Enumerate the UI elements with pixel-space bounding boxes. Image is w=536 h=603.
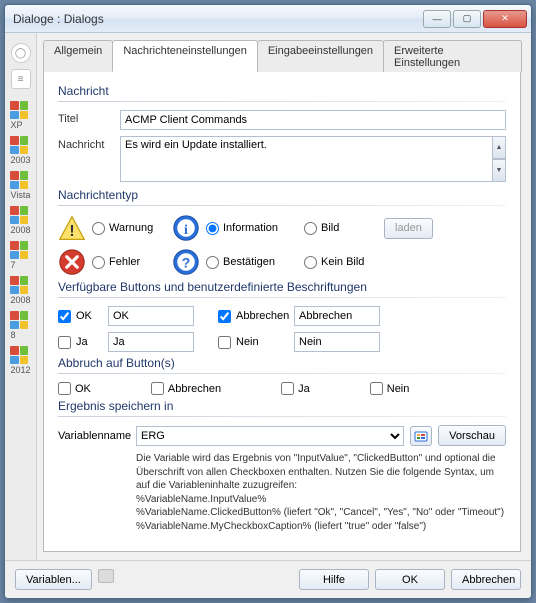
radio-bild[interactable]: Bild bbox=[304, 222, 384, 235]
section-ergebnis: Ergebnis speichern in bbox=[58, 399, 506, 413]
os-year-label: 2012 bbox=[10, 365, 30, 375]
chk-nein[interactable] bbox=[218, 336, 231, 349]
os-logo-icon bbox=[10, 241, 28, 259]
svg-text:i: i bbox=[184, 223, 188, 238]
sidebar-circle-icon[interactable]: ◯ bbox=[11, 43, 31, 63]
tab-eingabeeinstellungen[interactable]: Eingabeeinstellungen bbox=[257, 40, 384, 72]
question-icon: ? bbox=[172, 248, 200, 276]
window-title: Dialoge : Dialogs bbox=[13, 12, 421, 26]
os-logo-icon bbox=[10, 101, 28, 119]
chk-ok[interactable] bbox=[58, 310, 71, 323]
main-panel: AllgemeinNachrichteneinstellungenEingabe… bbox=[37, 33, 531, 560]
input-abbrechen-caption[interactable] bbox=[294, 306, 380, 326]
os-year-label: 2008 bbox=[10, 295, 30, 305]
nachricht-textarea[interactable]: Es wird ein Update installiert. bbox=[120, 136, 493, 182]
tab-erweiterte einstellungen[interactable]: Erweiterte Einstellungen bbox=[383, 40, 522, 72]
label-nachricht: Nachricht bbox=[58, 136, 120, 151]
svg-text:?: ? bbox=[182, 254, 191, 270]
tab-content: Nachricht Titel Nachricht Es wird ein Up… bbox=[43, 72, 521, 552]
os-logo-icon bbox=[10, 346, 28, 364]
variable-picker-button[interactable] bbox=[410, 426, 432, 446]
warning-icon: ! bbox=[58, 214, 86, 242]
os-logo-icon bbox=[10, 206, 28, 224]
titel-input[interactable] bbox=[120, 110, 506, 130]
os-logo-icon bbox=[10, 311, 28, 329]
variable-icon bbox=[414, 429, 428, 443]
os-logo-icon bbox=[10, 171, 28, 189]
radio-information[interactable]: Information bbox=[206, 222, 304, 235]
radio-warnung[interactable]: Warnung bbox=[92, 222, 172, 235]
close-button[interactable]: ✕ bbox=[483, 10, 527, 28]
tab-nachrichteneinstellungen[interactable]: Nachrichteneinstellungen bbox=[112, 40, 258, 72]
variablenname-select[interactable]: ERG bbox=[136, 426, 404, 446]
error-icon bbox=[58, 248, 86, 276]
cancel-ja[interactable]: Ja bbox=[281, 382, 310, 395]
section-buttons: Verfügbare Buttons und benutzerdefiniert… bbox=[58, 280, 506, 294]
label-variablenname: Variablenname bbox=[58, 430, 130, 442]
tabs: AllgemeinNachrichteneinstellungenEingabe… bbox=[43, 39, 521, 72]
section-abbruch: Abbruch auf Button(s) bbox=[58, 356, 506, 370]
radio-fehler[interactable]: Fehler bbox=[92, 256, 172, 269]
section-nachricht: Nachricht bbox=[58, 84, 506, 98]
cancel-abbrechen[interactable]: Abbrechen bbox=[151, 382, 221, 395]
os-year-label: Vista bbox=[10, 190, 30, 200]
lbl-nein: Nein bbox=[236, 336, 294, 348]
section-typ: Nachrichtentyp bbox=[58, 188, 506, 202]
os-year-label: 2008 bbox=[10, 225, 30, 235]
os-year-label: 7 bbox=[10, 260, 30, 270]
input-ja-caption[interactable] bbox=[108, 332, 194, 352]
radio-keinbild[interactable]: Kein Bild bbox=[304, 256, 384, 269]
svg-text:!: ! bbox=[69, 223, 74, 240]
os-logo-icon bbox=[10, 276, 28, 294]
radio-bestaetigen[interactable]: Bestätigen bbox=[206, 256, 304, 269]
tab-allgemein[interactable]: Allgemein bbox=[43, 40, 113, 72]
minimize-button[interactable]: — bbox=[423, 10, 451, 28]
app-window: Dialoge : Dialogs — ▢ ✕ ◯ ≡ XP 2003 Vista 2… bbox=[4, 4, 532, 599]
cancel-ok[interactable]: OK bbox=[58, 382, 91, 395]
chk-abbrechen[interactable] bbox=[218, 310, 231, 323]
cancel-nein[interactable]: Nein bbox=[370, 382, 410, 395]
information-icon: i bbox=[172, 214, 200, 242]
sidebar: ◯ ≡ XP 2003 Vista 2008 7 2008 8 2012 bbox=[5, 33, 37, 560]
os-year-label: 2003 bbox=[10, 155, 30, 165]
os-year-label: 8 bbox=[10, 330, 30, 340]
lbl-abbrechen: Abbrechen bbox=[236, 310, 294, 322]
footer: Variablen... Hilfe OK Abbrechen bbox=[5, 560, 531, 598]
help-text: Die Variable wird das Ergebnis von "Inpu… bbox=[136, 452, 506, 533]
sidebar-page-icon[interactable]: ≡ bbox=[11, 69, 31, 89]
laden-button[interactable]: laden bbox=[384, 218, 433, 239]
os-logo-icon bbox=[10, 136, 28, 154]
input-ok-caption[interactable] bbox=[108, 306, 194, 326]
input-nein-caption[interactable] bbox=[294, 332, 380, 352]
os-year-label: XP bbox=[10, 120, 30, 130]
titlebar: Dialoge : Dialogs — ▢ ✕ bbox=[5, 5, 531, 33]
vorschau-button[interactable]: Vorschau bbox=[438, 425, 506, 446]
chk-ja[interactable] bbox=[58, 336, 71, 349]
maximize-button[interactable]: ▢ bbox=[453, 10, 481, 28]
lbl-ja: Ja bbox=[76, 336, 108, 348]
footer-grey-icon bbox=[98, 569, 114, 583]
label-titel: Titel bbox=[58, 110, 120, 125]
lbl-ok: OK bbox=[76, 310, 108, 322]
nachricht-spinner[interactable]: ▲▼ bbox=[492, 136, 506, 182]
